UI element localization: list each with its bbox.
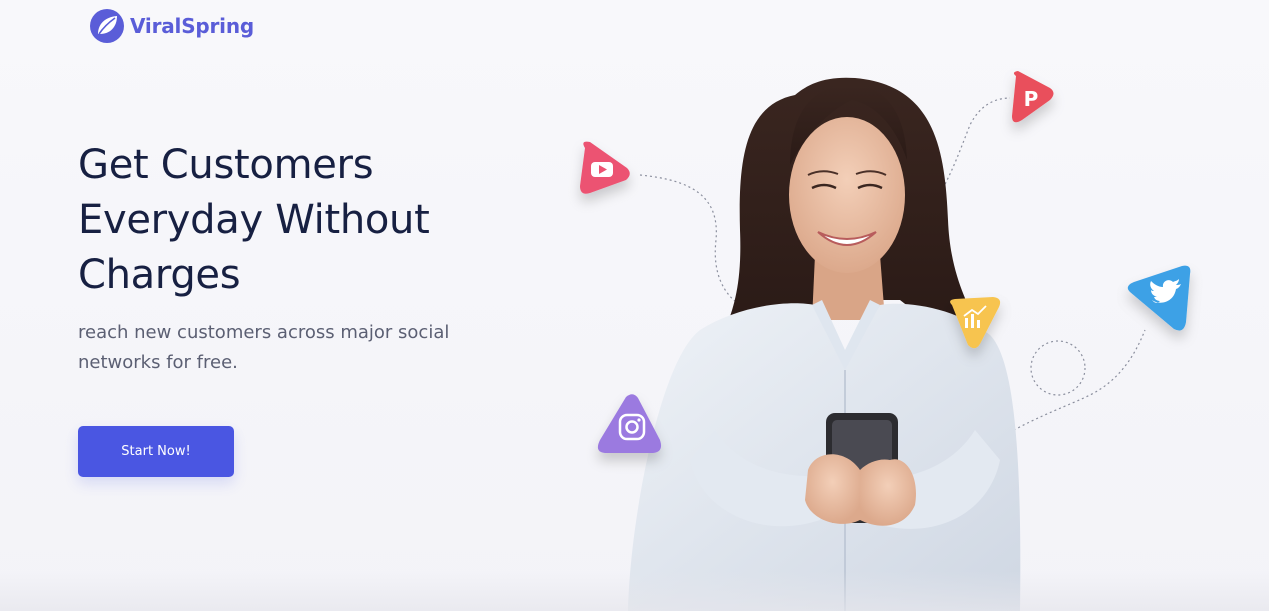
hero-illustration: P	[560, 40, 1269, 611]
instagram-icon	[597, 394, 662, 453]
woman-figure	[628, 77, 1021, 611]
leaf-icon	[90, 9, 124, 43]
hero-subtitle: reach new customers across major social …	[78, 318, 498, 378]
hero-illustration-svg: P	[580, 71, 1191, 611]
hero-title-line: Charges	[78, 252, 241, 298]
brand-logo[interactable]: ViralSpring	[88, 7, 254, 45]
twitter-icon	[1127, 265, 1191, 331]
youtube-icon	[580, 141, 630, 194]
hero-title-line: Get Customers	[78, 142, 374, 188]
pinterest-icon: P	[1012, 71, 1054, 123]
svg-text:P: P	[1024, 87, 1039, 111]
landing-page: ViralSpring Get Customers Everyday Witho…	[0, 0, 1269, 611]
start-now-button[interactable]: Start Now!	[78, 426, 234, 477]
brand-name: ViralSpring	[130, 14, 254, 38]
hero-subtitle-line: reach new customers across major social	[78, 322, 450, 343]
hero-subtitle-line: networks for free.	[78, 352, 238, 373]
hero-title-line: Everyday Without	[78, 197, 430, 243]
hero-title: Get Customers Everyday Without Charges	[78, 138, 538, 303]
